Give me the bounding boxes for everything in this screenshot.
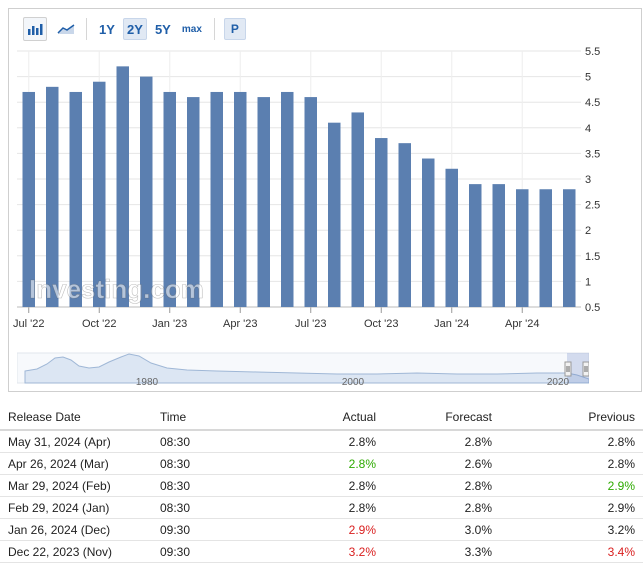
table-row: Feb 29, 2024 (Jan) 08:30 2.8% 2.8% 2.9% — [0, 496, 643, 519]
cell-time: 08:30 — [152, 430, 268, 453]
navigator-label-1980: 1980 — [136, 377, 159, 388]
bar[interactable] — [563, 189, 576, 307]
y-tick-label: 3 — [585, 174, 591, 186]
header-previous[interactable]: Previous — [500, 404, 643, 431]
header-forecast[interactable]: Forecast — [384, 404, 500, 431]
cell-forecast: 2.6% — [384, 452, 500, 475]
bar[interactable] — [375, 138, 388, 307]
cell-time: 08:30 — [152, 452, 268, 475]
bar[interactable] — [492, 184, 506, 307]
y-tick-label: 1.5 — [585, 251, 600, 263]
cell-previous: 2.9% — [500, 496, 643, 519]
y-tick-label: 0.5 — [585, 302, 600, 314]
table-row: Dec 22, 2023 (Nov) 09:30 3.2% 3.3% 3.4% — [0, 540, 643, 563]
header-release-date[interactable]: Release Date — [0, 404, 152, 431]
cell-previous: 2.9% — [500, 474, 643, 497]
navigator-label-2020: 2020 — [547, 377, 570, 388]
bar[interactable] — [140, 76, 153, 307]
investing-watermark-logo: Investing.com — [29, 274, 204, 304]
cell-forecast: 3.0% — [384, 518, 500, 541]
cell-time: 08:30 — [152, 496, 268, 519]
bar[interactable] — [234, 91, 247, 308]
x-tick-label: Apr '23 — [223, 318, 258, 330]
y-tick-label: 1 — [585, 276, 591, 288]
header-actual[interactable]: Actual — [268, 404, 384, 431]
table-header-row: Release Date Time Actual Forecast Previo… — [0, 404, 643, 431]
cell-time: 09:30 — [152, 518, 268, 541]
table-row: Apr 26, 2024 (Mar) 08:30 2.8% 2.6% 2.8% — [0, 452, 643, 475]
x-tick-label: Jan '24 — [434, 318, 469, 330]
cell-forecast: 2.8% — [384, 430, 500, 453]
bar[interactable] — [469, 184, 482, 307]
cell-previous: 2.8% — [500, 430, 643, 453]
cell-release-date: Jan 26, 2024 (Dec) — [0, 518, 152, 541]
y-tick-label: 5.5 — [585, 46, 600, 58]
cell-release-date: Dec 22, 2023 (Nov) — [0, 540, 152, 563]
x-tick-label: Jul '22 — [13, 318, 44, 330]
cell-previous: 3.4% — [500, 540, 643, 563]
x-tick-label: Jul '23 — [295, 318, 326, 330]
bar[interactable] — [281, 91, 294, 308]
bar[interactable] — [539, 189, 553, 307]
cell-time: 09:30 — [152, 540, 268, 563]
table-row: Mar 29, 2024 (Feb) 08:30 2.8% 2.8% 2.9% — [0, 474, 643, 497]
bar[interactable] — [328, 122, 341, 308]
bar[interactable] — [351, 112, 365, 307]
cell-release-date: May 31, 2024 (Apr) — [0, 430, 152, 453]
cell-forecast: 3.3% — [384, 540, 500, 563]
table-row: May 31, 2024 (Apr) 08:30 2.8% 2.8% 2.8% — [0, 430, 643, 453]
y-tick-label: 4.5 — [585, 97, 600, 109]
cell-forecast: 2.8% — [384, 474, 500, 497]
bar[interactable] — [398, 143, 412, 307]
bar[interactable] — [257, 97, 271, 307]
cell-forecast: 2.8% — [384, 496, 500, 519]
x-tick-label: Jan '23 — [152, 318, 187, 330]
cell-actual: 2.8% — [268, 452, 384, 475]
bar[interactable] — [516, 189, 529, 307]
y-tick-label: 2.5 — [585, 200, 600, 212]
bar[interactable] — [422, 158, 435, 307]
bar[interactable] — [210, 91, 224, 308]
cell-actual: 3.2% — [268, 540, 384, 563]
x-tick-label: Apr '24 — [505, 318, 540, 330]
table-row: Jan 26, 2024 (Dec) 09:30 2.9% 3.0% 3.2% — [0, 518, 643, 541]
chart-panel: 1Y 2Y 5Y max P 5.5 5 4.5 4 3.5 3 2.5 2 1.5 1 0.5 Ju… — [8, 8, 642, 392]
x-tick-label: Oct '22 — [82, 318, 117, 330]
y-tick-label: 2 — [585, 225, 591, 237]
navigator-left-handle[interactable] — [564, 361, 572, 377]
cell-previous: 3.2% — [500, 518, 643, 541]
x-tick-label: Oct '23 — [364, 318, 399, 330]
navigator-right-handle[interactable] — [582, 361, 589, 377]
cell-previous: 2.8% — [500, 452, 643, 475]
time-navigator[interactable]: 1980 2000 2020 — [17, 349, 589, 393]
bar[interactable] — [445, 168, 459, 307]
bar[interactable] — [116, 66, 130, 307]
cell-actual: 2.8% — [268, 496, 384, 519]
bar[interactable] — [304, 97, 318, 307]
cell-actual: 2.9% — [268, 518, 384, 541]
cell-actual: 2.8% — [268, 474, 384, 497]
cell-time: 08:30 — [152, 474, 268, 497]
y-tick-label: 4 — [585, 123, 591, 135]
cell-release-date: Mar 29, 2024 (Feb) — [0, 474, 152, 497]
cell-release-date: Feb 29, 2024 (Jan) — [0, 496, 152, 519]
cell-release-date: Apr 26, 2024 (Mar) — [0, 452, 152, 475]
bar-chart: 5.5 5 4.5 4 3.5 3 2.5 2 1.5 1 0.5 Jul '22 Oct '22 Jan… — [13, 46, 600, 330]
navigator-label-2000: 2000 — [342, 377, 365, 388]
release-history-table: Release Date Time Actual Forecast Previo… — [0, 404, 643, 563]
y-tick-label: 5 — [585, 72, 591, 84]
cell-actual: 2.8% — [268, 430, 384, 453]
header-time[interactable]: Time — [152, 404, 268, 431]
y-tick-label: 3.5 — [585, 148, 600, 160]
